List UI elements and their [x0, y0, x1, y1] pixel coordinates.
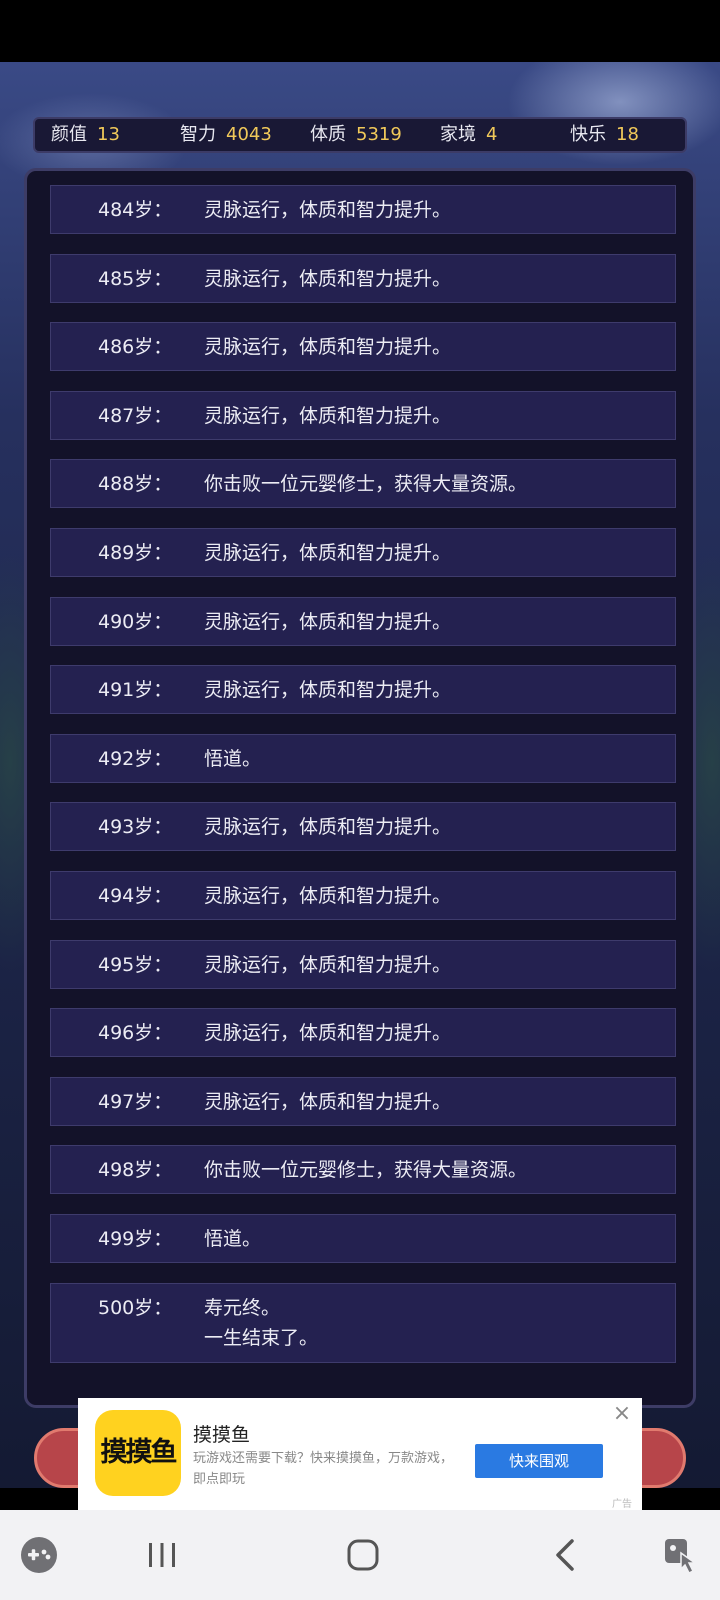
log-age: 496岁：	[98, 1022, 173, 1045]
log-entry: 498岁： 你击败一位元婴修士，获得大量资源。	[50, 1145, 676, 1195]
log-text: 灵脉运行，体质和智力提升。	[204, 336, 452, 359]
log-text: 悟道。	[204, 1227, 262, 1250]
log-text: 灵脉运行，体质和智力提升。	[204, 953, 452, 976]
log-entry: 491岁： 灵脉运行，体质和智力提升。	[50, 665, 676, 715]
log-entry: 489岁： 灵脉运行，体质和智力提升。	[50, 527, 676, 577]
recent-apps-icon[interactable]	[140, 1535, 184, 1575]
game-controller-icon[interactable]	[17, 1535, 61, 1575]
ad-tag: 广告	[612, 1499, 632, 1510]
stat-label: 智力	[180, 124, 216, 145]
log-text-line: 一生结束了。	[204, 1326, 319, 1349]
log-text: 灵脉运行，体质和智力提升。	[204, 1090, 452, 1113]
touch-assistant-icon[interactable]	[657, 1535, 701, 1575]
log-age: 495岁：	[98, 953, 173, 976]
log-entry: 493岁： 灵脉运行，体质和智力提升。	[50, 802, 676, 852]
stat-family: 家境 4	[440, 119, 497, 151]
log-age: 492岁：	[98, 747, 173, 770]
log-text: 悟道。	[204, 747, 262, 770]
ad-title: 摸摸鱼	[193, 1424, 251, 1446]
log-entry: 488岁： 你击败一位元婴修士，获得大量资源。	[50, 459, 676, 509]
log-entry: 495岁： 灵脉运行，体质和智力提升。	[50, 939, 676, 989]
log-entry: 487岁： 灵脉运行，体质和智力提升。	[50, 390, 676, 440]
log-age: 500岁：	[98, 1296, 173, 1319]
log-text: 灵脉运行，体质和智力提升。	[204, 199, 452, 221]
log-entry: 499岁： 悟道。	[50, 1213, 676, 1263]
ad-banner[interactable]: 摸摸鱼 摸摸鱼 玩游戏还需要下载？快来摸摸鱼，万款游戏，即点即玩 快来围观 × …	[78, 1398, 642, 1510]
log-age: 487岁：	[98, 404, 173, 427]
log-text: 灵脉运行，体质和智力提升。	[204, 1022, 452, 1045]
log-text: 灵脉运行，体质和智力提升。	[204, 610, 452, 633]
log-text-line: 寿元终。	[204, 1296, 281, 1319]
life-log-list: 484岁： 灵脉运行，体质和智力提升。 485岁： 灵脉运行，体质和智力提升。 48…	[50, 185, 676, 1382]
stat-appearance: 颜值 13	[51, 119, 120, 151]
stats-bar: 颜值 13 智力 4043 体质 5319 家境 4 快乐 18	[33, 117, 687, 153]
stat-label: 快乐	[570, 124, 606, 145]
ad-description: 玩游戏还需要下载？快来摸摸鱼，万款游戏，即点即玩	[193, 1451, 454, 1487]
stat-intelligence: 智力 4043	[180, 119, 272, 151]
log-age: 488岁：	[98, 473, 173, 496]
log-age: 491岁：	[98, 679, 173, 702]
ad-close-icon[interactable]: ×	[610, 1402, 634, 1426]
log-age: 486岁：	[98, 336, 173, 359]
log-age: 499岁：	[98, 1227, 173, 1250]
log-entry: 484岁： 灵脉运行，体质和智力提升。	[50, 185, 676, 234]
log-entry: 485岁： 灵脉运行，体质和智力提升。	[50, 253, 676, 303]
stat-label: 颜值	[51, 124, 87, 145]
ad-cta-button[interactable]: 快来围观	[475, 1444, 603, 1478]
log-entry: 486岁： 灵脉运行，体质和智力提升。	[50, 322, 676, 372]
log-age: 493岁：	[98, 816, 173, 839]
log-age: 489岁：	[98, 541, 173, 564]
stat-value: 5319	[356, 124, 402, 145]
log-age: 490岁：	[98, 610, 173, 633]
log-age: 497岁：	[98, 1090, 173, 1113]
stat-value: 13	[97, 124, 120, 145]
stat-value: 18	[616, 124, 639, 145]
stat-value: 4	[486, 124, 498, 145]
stat-value: 4043	[226, 124, 272, 145]
log-text: 你击败一位元婴修士，获得大量资源。	[204, 1159, 528, 1182]
log-age: 484岁：	[98, 199, 173, 221]
stat-happiness: 快乐 18	[570, 119, 639, 151]
log-text: 寿元终。一生结束了。	[204, 1293, 318, 1353]
log-entry: 494岁： 灵脉运行，体质和智力提升。	[50, 870, 676, 920]
log-entry: 497岁： 灵脉运行，体质和智力提升。	[50, 1076, 676, 1126]
log-text: 你击败一位元婴修士，获得大量资源。	[204, 473, 528, 496]
log-entry: 492岁： 悟道。	[50, 733, 676, 783]
log-text: 灵脉运行，体质和智力提升。	[204, 267, 452, 290]
home-icon[interactable]	[341, 1535, 385, 1575]
log-age: 498岁：	[98, 1159, 173, 1182]
stat-label: 体质	[310, 124, 346, 145]
log-age: 494岁：	[98, 884, 173, 907]
log-text: 灵脉运行，体质和智力提升。	[204, 404, 452, 427]
status-bar	[0, 0, 720, 62]
log-entry-final: 500岁： 寿元终。一生结束了。	[50, 1282, 676, 1363]
stat-constitution: 体质 5319	[310, 119, 402, 151]
log-entry: 496岁： 灵脉运行，体质和智力提升。	[50, 1008, 676, 1058]
back-icon[interactable]	[544, 1535, 588, 1575]
log-text: 灵脉运行，体质和智力提升。	[204, 816, 452, 839]
log-text: 灵脉运行，体质和智力提升。	[204, 884, 452, 907]
life-log-panel[interactable]: 484岁： 灵脉运行，体质和智力提升。 485岁： 灵脉运行，体质和智力提升。 48…	[24, 168, 696, 1408]
ad-app-logo: 摸摸鱼	[95, 1410, 181, 1496]
system-nav-bar	[0, 1510, 720, 1600]
log-entry: 490岁： 灵脉运行，体质和智力提升。	[50, 596, 676, 646]
stat-label: 家境	[440, 124, 476, 145]
log-text: 灵脉运行，体质和智力提升。	[204, 679, 452, 702]
log-text: 灵脉运行，体质和智力提升。	[204, 541, 452, 564]
log-age: 485岁：	[98, 267, 173, 290]
